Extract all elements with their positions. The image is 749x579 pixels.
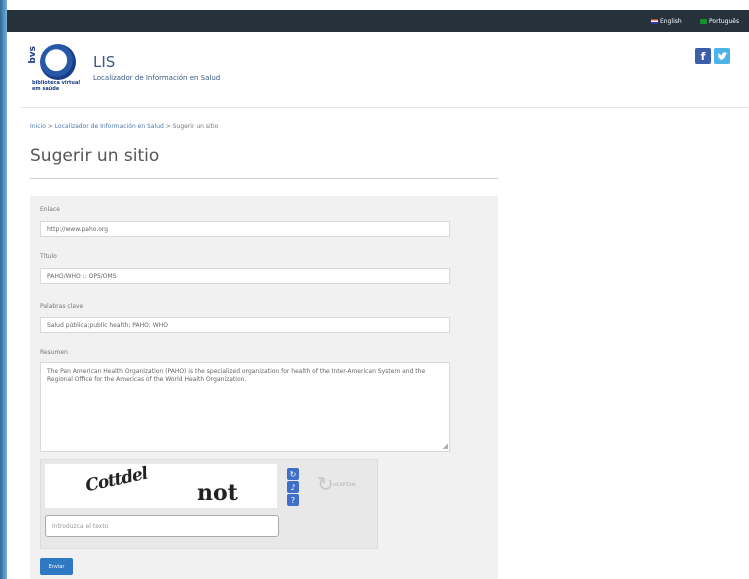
captcha-word-1: Cottdel	[83, 463, 150, 497]
title-field[interactable]: PAHO/WHO :: OPS/OMS	[40, 268, 450, 284]
recaptcha-logo-icon: ↻	[317, 472, 334, 496]
app-name: LIS	[93, 53, 116, 71]
link-label: Enlace	[40, 206, 60, 213]
header-divider	[20, 107, 749, 108]
captcha-input[interactable]: Introduzca el texto	[45, 515, 279, 537]
breadcrumb-section[interactable]: Localizador de Información en Salud	[55, 123, 164, 130]
bvs-logo[interactable]: bvs biblioteca virtual em saúde	[26, 40, 82, 96]
summary-label: Resumen	[40, 349, 68, 356]
logo-bvs-text: bvs	[28, 46, 38, 64]
captcha-buttons: ↻ ♪ ?	[287, 468, 299, 507]
breadcrumb-separator: >	[47, 123, 53, 130]
breadcrumb-separator: >	[165, 123, 171, 130]
recaptcha-logo-text: reCAPTCHA	[333, 482, 356, 487]
keywords-field[interactable]: Salud pública;public health; PAHO; WHO	[40, 317, 450, 333]
help-icon[interactable]: ?	[287, 494, 299, 506]
logo-word: biblioteca virtual em saúde	[32, 80, 81, 92]
twitter-icon[interactable]	[714, 48, 730, 64]
link-field[interactable]: http://www.paho.org	[40, 221, 450, 237]
resize-grip-icon[interactable]: ◢	[443, 443, 448, 450]
captcha-widget: Cottdel not ↻ ♪ ? ↻ reCAPTCHA Introduzca…	[40, 459, 378, 549]
language-portuguese-label: Português	[709, 18, 740, 25]
breadcrumb: Inicio > Localizador de Información en S…	[30, 123, 218, 130]
summary-text: The Pan American Health Organization (PA…	[47, 368, 426, 383]
refresh-icon[interactable]: ↻	[287, 468, 299, 480]
logo-disc-icon	[40, 44, 76, 80]
title-label: Título	[40, 253, 57, 260]
submit-button[interactable]: Enviar	[40, 558, 73, 575]
summary-textarea[interactable]: The Pan American Health Organization (PA…	[40, 362, 450, 452]
title-divider	[30, 178, 498, 179]
left-edge-strip	[0, 0, 7, 579]
uk-flag-icon	[651, 19, 658, 24]
site-header: bvs biblioteca virtual em saúde LIS Loca…	[20, 40, 740, 95]
breadcrumb-home[interactable]: Inicio	[30, 123, 46, 130]
page-title: Sugerir un sitio	[30, 146, 160, 166]
audio-icon[interactable]: ♪	[287, 481, 299, 493]
suggest-form: Enlace http://www.paho.org Título PAHO/W…	[30, 196, 498, 579]
breadcrumb-current: Sugerir un sitio	[172, 123, 219, 130]
language-portuguese-link[interactable]: Português	[700, 18, 739, 25]
top-bar: English Português	[7, 10, 749, 32]
keywords-label: Palabras clave	[40, 303, 84, 310]
brazil-flag-icon	[700, 19, 707, 24]
language-english-link[interactable]: English	[651, 18, 682, 25]
captcha-image: Cottdel not	[45, 464, 277, 508]
social-links: f	[695, 48, 730, 64]
app-subtitle: Localizador de Información en Salud	[93, 74, 221, 82]
captcha-word-2: not	[197, 480, 238, 506]
language-english-label: English	[660, 18, 682, 25]
facebook-icon[interactable]: f	[695, 48, 711, 64]
